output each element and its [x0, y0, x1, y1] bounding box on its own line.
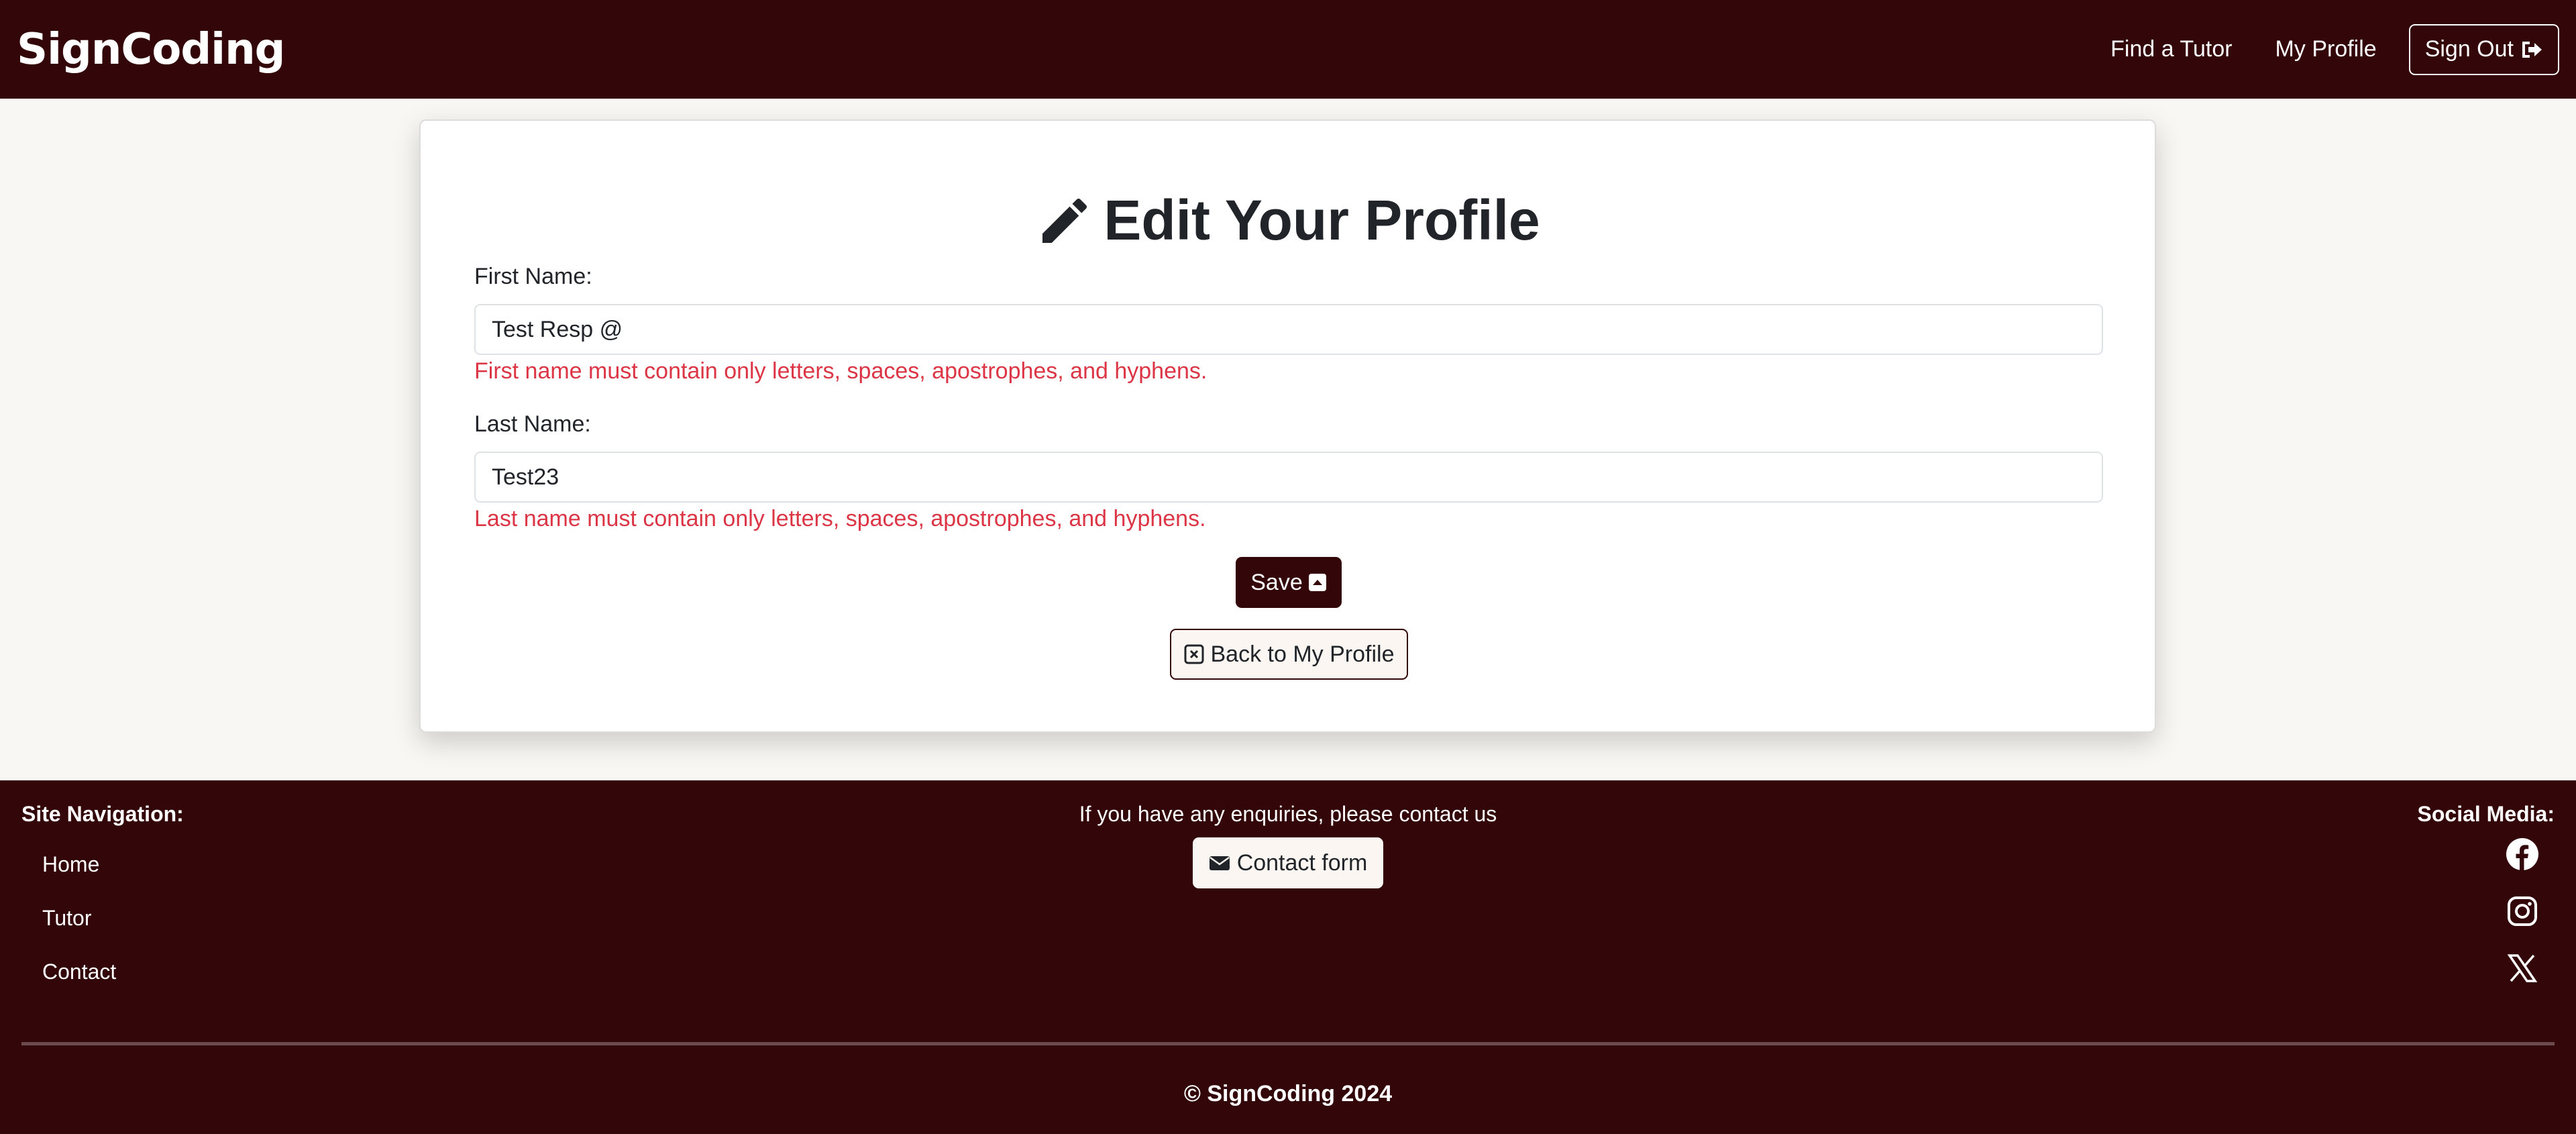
nav-link-my-profile[interactable]: My Profile	[2275, 36, 2377, 62]
close-square-icon	[1184, 644, 1203, 664]
back-label: Back to My Profile	[1210, 641, 1395, 667]
sign-out-button[interactable]: Sign Out	[2408, 23, 2559, 75]
pencil-icon	[1042, 198, 1087, 243]
footer-link-tutor[interactable]: Tutor	[42, 906, 92, 931]
site-footer: Site Navigation: Home Tutor Contact If y…	[0, 780, 2576, 1134]
save-label: Save	[1250, 569, 1303, 595]
last-name-input[interactable]	[474, 452, 2103, 503]
social-media-heading: Social Media:	[2417, 802, 2555, 826]
copyright-text: © SignCoding 2024	[1183, 1081, 1393, 1106]
sign-out-icon	[2522, 41, 2542, 58]
contact-form-label: Contact form	[1236, 849, 1368, 876]
save-button[interactable]: Save	[1236, 557, 1342, 608]
first-name-label: First Name:	[474, 264, 592, 289]
footer-divider	[21, 1042, 2555, 1045]
top-navbar: SignCoding Find a Tutor My Profile Sign …	[0, 0, 2576, 99]
x-icon[interactable]	[2506, 951, 2539, 985]
enquiry-text: If you have any enquiries, please contac…	[1079, 802, 1497, 826]
brand-logo[interactable]: SignCoding	[17, 25, 285, 74]
page-title-text: Edit Your Profile	[1104, 189, 1540, 252]
caret-square-up-icon	[1308, 574, 1326, 591]
sign-out-label: Sign Out	[2424, 36, 2514, 62]
header-nav: Find a Tutor My Profile Sign Out	[2068, 23, 2559, 75]
back-to-profile-button[interactable]: Back to My Profile	[1170, 629, 1408, 680]
edit-profile-card: Edit Your Profile First Name: First name…	[419, 119, 2156, 733]
footer-link-home[interactable]: Home	[42, 852, 99, 877]
last-name-label: Last Name:	[474, 411, 591, 437]
envelope-icon	[1209, 856, 1230, 870]
instagram-icon[interactable]	[2506, 894, 2539, 928]
last-name-error: Last name must contain only letters, spa…	[474, 506, 1206, 531]
contact-form-button[interactable]: Contact form	[1193, 837, 1383, 888]
page-title: Edit Your Profile	[421, 188, 2155, 253]
footer-link-contact[interactable]: Contact	[42, 960, 116, 984]
facebook-icon[interactable]	[2506, 837, 2539, 871]
nav-link-find-a-tutor[interactable]: Find a Tutor	[2110, 36, 2232, 62]
first-name-input[interactable]	[474, 304, 2103, 355]
first-name-error: First name must contain only letters, sp…	[474, 358, 1208, 384]
